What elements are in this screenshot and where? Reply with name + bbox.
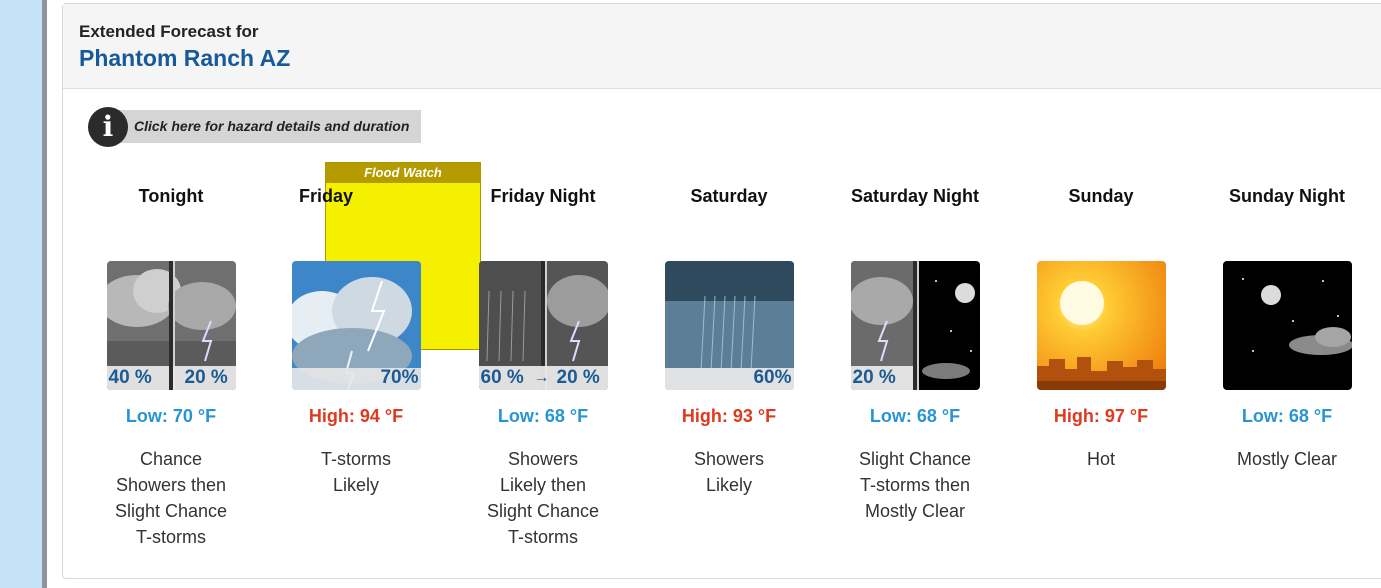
period-name: Friday Night [490, 186, 596, 206]
period-name: Sunday Night [1229, 186, 1345, 206]
forecast-period-sunday-night: Sunday Night Low: 68 °F Mostly Clear [1194, 186, 1380, 472]
period-name: Saturday Night [850, 186, 979, 206]
forecast-heading: Extended Forecast for [79, 22, 259, 41]
forecast-period-friday: Friday 70% High: 94 °F T-storms Likely [263, 186, 449, 498]
short-forecast: Showers Likely [693, 449, 765, 495]
showers-tstorms-split-icon[interactable]: 60 % → 20 % [478, 261, 608, 390]
precip-chance: 40 % [108, 367, 152, 388]
period-name: Friday [299, 186, 354, 206]
arrow-icon: → [533, 369, 550, 386]
short-forecast: Slight Chance T-storms then Mostly Clear [858, 449, 972, 521]
forecast-period-tonight: Tonight 40 % 20 % Low: 70 °F Chance Show… [78, 186, 264, 550]
page-background [0, 0, 42, 588]
temperature: Low: 68 °F [497, 406, 589, 426]
forecast-period-saturday: Saturday 60% High: 93 °F Showers Likely [636, 186, 822, 498]
precip-chance: 60% [753, 367, 792, 388]
period-name: Sunday [1068, 186, 1134, 206]
clear-night-icon[interactable] [1222, 261, 1352, 390]
showers-icon[interactable]: 60% [664, 261, 794, 390]
forecast-period-saturday-night: Saturday Night 20 % Low: 68 °F Slight Ch… [822, 186, 1008, 524]
temperature: Low: 70 °F [125, 406, 217, 426]
temperature: Low: 68 °F [869, 406, 961, 426]
tstorms-icon[interactable]: 70% [291, 261, 421, 390]
page-divider [42, 0, 47, 588]
period-name: Saturday [690, 186, 768, 206]
flood-watch-label[interactable]: Flood Watch [326, 163, 480, 183]
precip-chance: 60 % [480, 367, 524, 388]
temperature: High: 94 °F [308, 406, 404, 426]
short-forecast: Showers Likely then Slight Chance T-stor… [486, 449, 600, 547]
location-title: Phantom Ranch AZ [79, 45, 291, 71]
precip-chance: 20 % [556, 367, 600, 388]
short-forecast: Hot [1086, 449, 1115, 469]
short-forecast: Mostly Clear [1236, 449, 1338, 469]
hazard-button-label: Click here for hazard details and durati… [134, 118, 410, 134]
precip-chance: 20 % [184, 367, 228, 388]
temperature: High: 97 °F [1053, 406, 1149, 426]
hot-sun-icon[interactable] [1036, 261, 1166, 390]
showers-tstorms-split-icon[interactable]: 40 % 20 % [106, 261, 236, 390]
hazard-details-button[interactable]: i Click here for hazard details and dura… [88, 107, 421, 147]
short-forecast: Chance Showers then Slight Chance T-stor… [114, 449, 228, 547]
info-icon: i [88, 107, 128, 147]
period-name: Tonight [138, 186, 204, 206]
short-forecast: T-storms Likely [321, 449, 391, 495]
panel-header: Extended Forecast for Phantom Ranch AZ [63, 4, 1381, 89]
temperature: Low: 68 °F [1241, 406, 1333, 426]
forecast-period-friday-night: Friday Night 60 % → 20 % Low: 68 °F Show… [450, 186, 636, 550]
forecast-period-sunday: Sunday High: 97 °F Hot [1008, 186, 1194, 472]
precip-chance: 20 % [852, 367, 896, 388]
temperature: High: 93 °F [681, 406, 777, 426]
tstorms-clear-night-split-icon[interactable]: 20 % [850, 261, 980, 390]
precip-chance: 70% [380, 367, 419, 388]
